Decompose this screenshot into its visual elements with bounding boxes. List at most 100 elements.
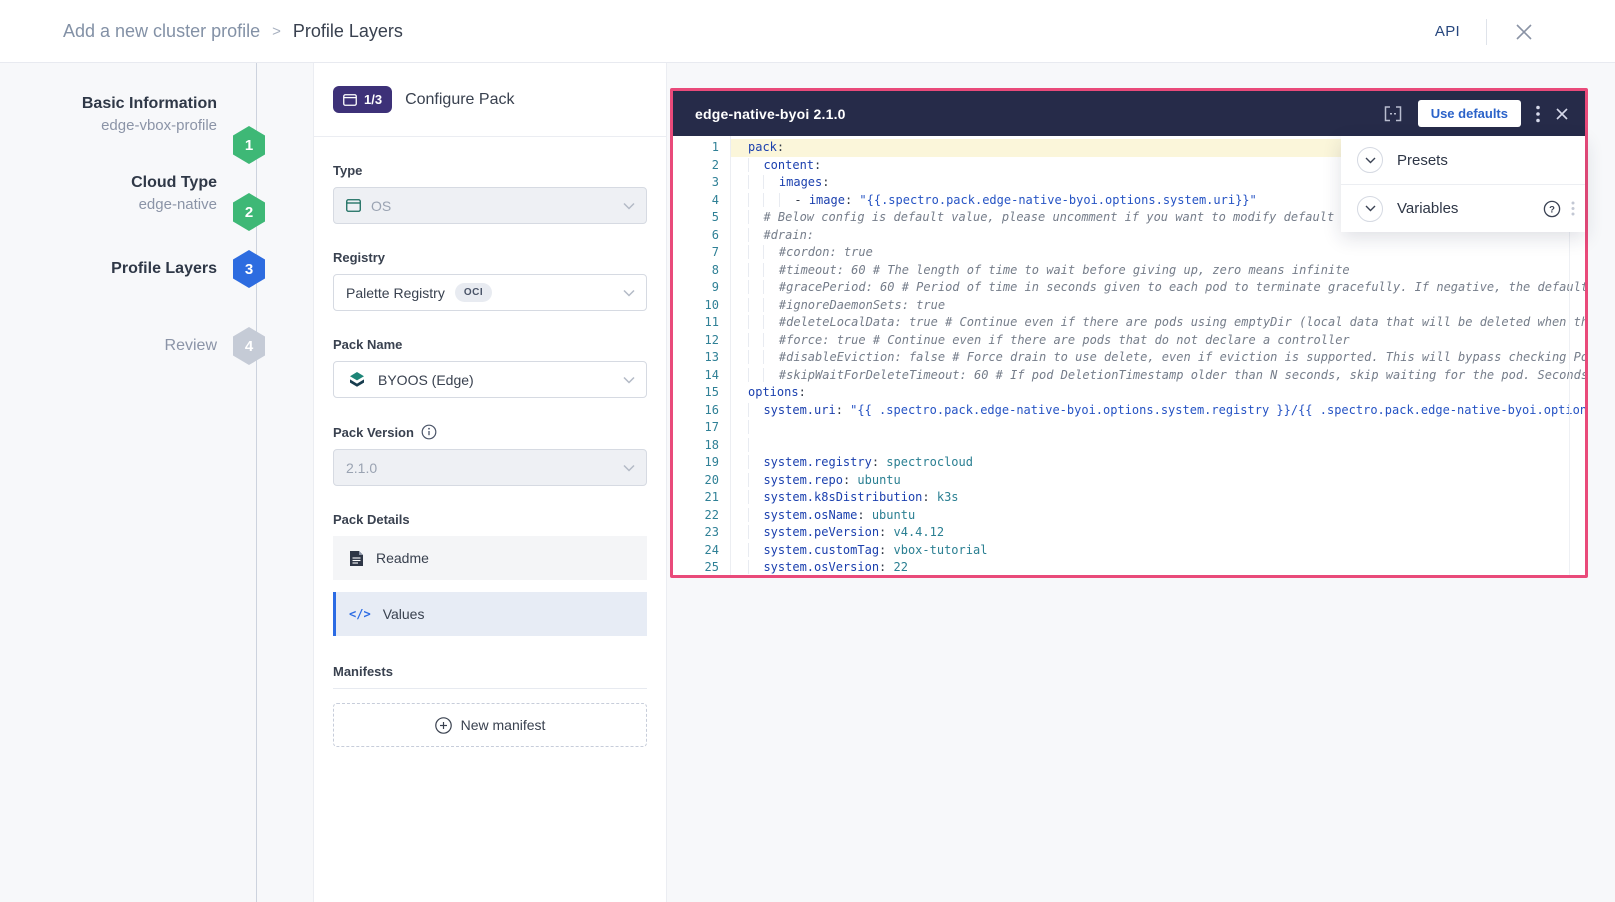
variables-label: Variables	[1397, 200, 1458, 217]
use-defaults-button[interactable]: Use defaults	[1418, 100, 1521, 127]
code-line: system.k8sDistribution: k3s	[748, 489, 1585, 507]
header-divider	[1486, 19, 1487, 45]
type-select[interactable]: OS	[333, 187, 647, 224]
code-line: #cordon: true	[748, 244, 1585, 262]
line-number: 16	[673, 402, 730, 420]
line-number: 21	[673, 489, 730, 507]
window-icon	[343, 94, 357, 106]
step-number-badge: 4	[233, 327, 265, 365]
code-line: system.uri: "{{ .spectro.pack.edge-nativ…	[748, 402, 1585, 420]
code-icon: </>	[349, 607, 371, 621]
kebab-menu-icon[interactable]	[1536, 105, 1540, 123]
top-header: Add a new cluster profile > Profile Laye…	[0, 0, 1615, 63]
line-number: 2	[673, 157, 730, 175]
new-manifest-button[interactable]: New manifest	[333, 703, 647, 747]
pack-version-select[interactable]: 2.1.0	[333, 449, 647, 486]
line-number: 19	[673, 454, 730, 472]
step-number-badge: 2	[233, 193, 265, 231]
registry-value: Palette Registry	[346, 285, 445, 301]
values-tab[interactable]: </> Values	[333, 592, 647, 636]
pack-step-counter-badge: 1/3	[333, 86, 392, 113]
step-sublabel: edge-vbox-profile	[17, 117, 217, 134]
breadcrumb: Add a new cluster profile > Profile Laye…	[63, 21, 403, 42]
code-line: #gracePeriod: 60 # Period of time in sec…	[748, 279, 1585, 297]
pack-name-label: Pack Name	[333, 337, 647, 352]
editor-title: edge-native-byoi 2.1.0	[695, 106, 846, 122]
line-number: 20	[673, 472, 730, 490]
presets-label: Presets	[1397, 152, 1448, 169]
variables-dropdown[interactable]: Variables ?	[1341, 184, 1585, 232]
configure-pack-panel: 1/3 Configure Pack Type OS Registry Pale…	[313, 63, 667, 902]
code-line: system.osVersion: 22	[748, 559, 1585, 575]
code-line: #ignoreDaemonSets: true	[748, 297, 1585, 315]
registry-label: Registry	[333, 250, 647, 265]
code-line: #timeout: 60 # The length of time to wai…	[748, 262, 1585, 280]
expand-editor-icon[interactable]	[1383, 105, 1403, 123]
code-line: system.customTag: vbox-tutorial	[748, 542, 1585, 560]
line-number: 25	[673, 559, 730, 575]
chevron-down-circle-icon	[1357, 147, 1383, 173]
step-number-badge: 1	[233, 126, 265, 164]
line-number: 5	[673, 209, 730, 227]
line-number: 11	[673, 314, 730, 332]
line-number: 18	[673, 437, 730, 455]
code-line: #disableEviction: false # Force drain to…	[748, 349, 1585, 367]
step-label: Profile Layers	[17, 260, 217, 278]
panel-title: Configure Pack	[405, 91, 514, 109]
readme-doc-icon	[349, 550, 364, 567]
code-line: options:	[748, 384, 1585, 402]
line-number: 13	[673, 349, 730, 367]
chevron-down-icon	[623, 376, 635, 384]
line-number: 23	[673, 524, 730, 542]
info-icon[interactable]	[421, 424, 437, 440]
line-number: 17	[673, 419, 730, 437]
pack-version-label: Pack Version	[333, 425, 414, 440]
line-number: 4	[673, 192, 730, 210]
line-number: 6	[673, 227, 730, 245]
presets-dropdown[interactable]: Presets	[1341, 136, 1585, 184]
readme-tab[interactable]: Readme	[333, 536, 647, 580]
code-line: #force: true # Continue even if there ar…	[748, 332, 1585, 350]
pack-name-select[interactable]: BYOOS (Edge)	[333, 361, 647, 398]
oci-badge: OCI	[455, 283, 492, 302]
breadcrumb-parent-link[interactable]: Add a new cluster profile	[63, 21, 260, 42]
line-number: 15	[673, 384, 730, 402]
byoos-pack-icon	[346, 369, 368, 391]
new-manifest-label: New manifest	[461, 717, 546, 733]
editor-header: edge-native-byoi 2.1.0 Use defaults	[673, 91, 1585, 136]
step-label: Review	[17, 337, 217, 355]
close-editor-icon[interactable]	[1555, 107, 1569, 121]
type-label: Type	[333, 163, 647, 178]
plus-circle-icon	[435, 717, 452, 734]
registry-select[interactable]: Palette Registry OCI	[333, 274, 647, 311]
manifests-label: Manifests	[333, 664, 647, 679]
line-number: 10	[673, 297, 730, 315]
code-line: #deleteLocalData: true # Continue even i…	[748, 314, 1585, 332]
manifests-divider	[333, 688, 647, 689]
code-line	[748, 419, 1585, 437]
code-line	[748, 437, 1585, 455]
breadcrumb-current: Profile Layers	[293, 21, 403, 42]
code-line: system.peVersion: v4.4.12	[748, 524, 1585, 542]
pack-version-value: 2.1.0	[346, 460, 377, 476]
svg-text:?: ?	[1549, 204, 1555, 215]
step-sublabel: edge-native	[17, 196, 217, 213]
type-value: OS	[371, 198, 391, 214]
line-number: 22	[673, 507, 730, 525]
pack-details-label: Pack Details	[333, 512, 647, 527]
pack-step-counter: 1/3	[364, 92, 382, 107]
variables-kebab-icon[interactable]	[1571, 201, 1575, 216]
close-wizard-icon[interactable]	[1513, 21, 1535, 43]
line-number: 24	[673, 542, 730, 560]
chevron-down-icon	[623, 289, 635, 297]
configure-pack-header: 1/3 Configure Pack	[314, 63, 666, 137]
help-circle-icon[interactable]: ?	[1543, 200, 1561, 218]
api-link[interactable]: API	[1435, 23, 1460, 40]
step-label: Basic Information	[17, 95, 217, 113]
stepper-line	[256, 63, 257, 902]
line-number: 9	[673, 279, 730, 297]
values-tab-label: Values	[383, 606, 425, 622]
chevron-down-icon	[623, 202, 635, 210]
breadcrumb-separator: >	[272, 23, 281, 40]
step-label: Cloud Type	[17, 174, 217, 192]
